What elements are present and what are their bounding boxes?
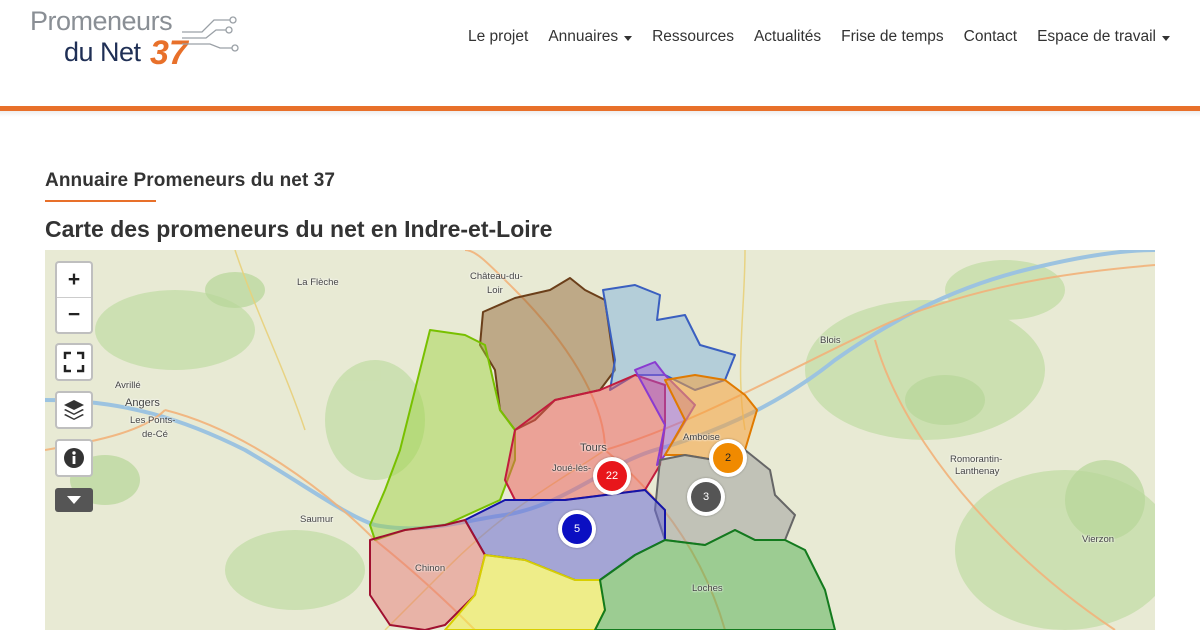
place-label: Saumur bbox=[300, 514, 334, 525]
nav-item-espace-de-travail[interactable]: Espace de travail bbox=[1037, 28, 1170, 46]
layers-button[interactable] bbox=[55, 391, 93, 429]
place-label: Angers bbox=[125, 397, 160, 409]
chevron-down-icon bbox=[67, 496, 81, 504]
cluster-count: 2 bbox=[713, 443, 743, 473]
nav-label: Frise de temps bbox=[841, 28, 944, 45]
fullscreen-icon bbox=[63, 351, 85, 373]
place-label: Lanthenay bbox=[955, 466, 1000, 477]
layers-icon bbox=[64, 400, 84, 420]
main-nav: Le projet Annuaires Ressources Actualité… bbox=[448, 28, 1170, 46]
place-label: Joué-lès- bbox=[552, 463, 592, 474]
zoom-out-button[interactable]: − bbox=[57, 298, 91, 332]
nav-item-contact[interactable]: Contact bbox=[964, 28, 1017, 46]
cluster-count: 3 bbox=[691, 482, 721, 512]
cluster-marker-blue[interactable]: 5 bbox=[558, 510, 596, 548]
logo-text-line2: du Net bbox=[64, 37, 141, 67]
place-label: Vierzon bbox=[1082, 534, 1115, 545]
site-header: Promeneurs du Net 37 Le projet Annuaires… bbox=[0, 0, 1200, 106]
nav-label: Contact bbox=[963, 28, 1018, 45]
header-shadow bbox=[0, 111, 1200, 117]
place-label: Chinon bbox=[415, 563, 446, 574]
caret-down-icon bbox=[1162, 35, 1170, 41]
site-logo[interactable]: Promeneurs du Net 37 bbox=[30, 6, 240, 72]
zoom-control: + − bbox=[55, 261, 93, 334]
place-label: Romorantin- bbox=[950, 454, 1003, 465]
cluster-count: 22 bbox=[597, 461, 627, 491]
info-button[interactable] bbox=[55, 439, 93, 477]
place-label: La Flèche bbox=[297, 277, 339, 288]
map-title: Carte des promeneurs du net en Indre-et-… bbox=[45, 216, 553, 242]
logo-text-line1: Promeneurs bbox=[30, 6, 173, 36]
legend-toggle-button[interactable] bbox=[55, 488, 93, 512]
place-label: Loches bbox=[692, 583, 723, 594]
nav-item-frise-de-temps[interactable]: Frise de temps bbox=[841, 28, 944, 46]
cluster-marker-orange[interactable]: 2 bbox=[709, 439, 747, 477]
place-label: Amboise bbox=[683, 432, 720, 443]
nav-label: Annuaires bbox=[548, 28, 619, 45]
cluster-marker-grey[interactable]: 3 bbox=[687, 478, 725, 516]
nav-item-annuaires[interactable]: Annuaires bbox=[548, 28, 633, 46]
nav-label: Le projet bbox=[467, 28, 529, 45]
section-title: Annuaire Promeneurs du net 37 bbox=[45, 170, 336, 191]
nav-label: Actualités bbox=[753, 28, 822, 45]
info-icon bbox=[64, 448, 84, 468]
place-label: Loir bbox=[487, 285, 503, 296]
caret-down-icon bbox=[624, 35, 633, 41]
nav-item-actualites[interactable]: Actualités bbox=[754, 28, 821, 46]
nav-label: Ressources bbox=[652, 28, 734, 45]
place-label: Blois bbox=[820, 335, 841, 346]
map-tiles bbox=[45, 250, 1155, 630]
zoom-in-button[interactable]: + bbox=[57, 263, 91, 297]
cluster-count: 5 bbox=[562, 514, 592, 544]
title-underline bbox=[45, 200, 156, 202]
place-label: Tours bbox=[580, 442, 607, 454]
nav-item-le-projet[interactable]: Le projet bbox=[468, 28, 528, 46]
cluster-marker-red[interactable]: 22 bbox=[593, 457, 631, 495]
place-label: Avrillé bbox=[115, 380, 141, 391]
nav-label: Espace de travail bbox=[1037, 28, 1156, 45]
place-label: de-Cé bbox=[142, 429, 168, 440]
circuit-icon bbox=[182, 16, 239, 52]
place-label: Château-du- bbox=[470, 271, 523, 282]
fullscreen-button[interactable] bbox=[55, 343, 93, 381]
place-label: Les Ponts- bbox=[130, 415, 176, 426]
nav-item-ressources[interactable]: Ressources bbox=[652, 28, 734, 46]
map-container[interactable]: Château-du- Loir La Flèche Blois Avrillé… bbox=[45, 250, 1155, 630]
